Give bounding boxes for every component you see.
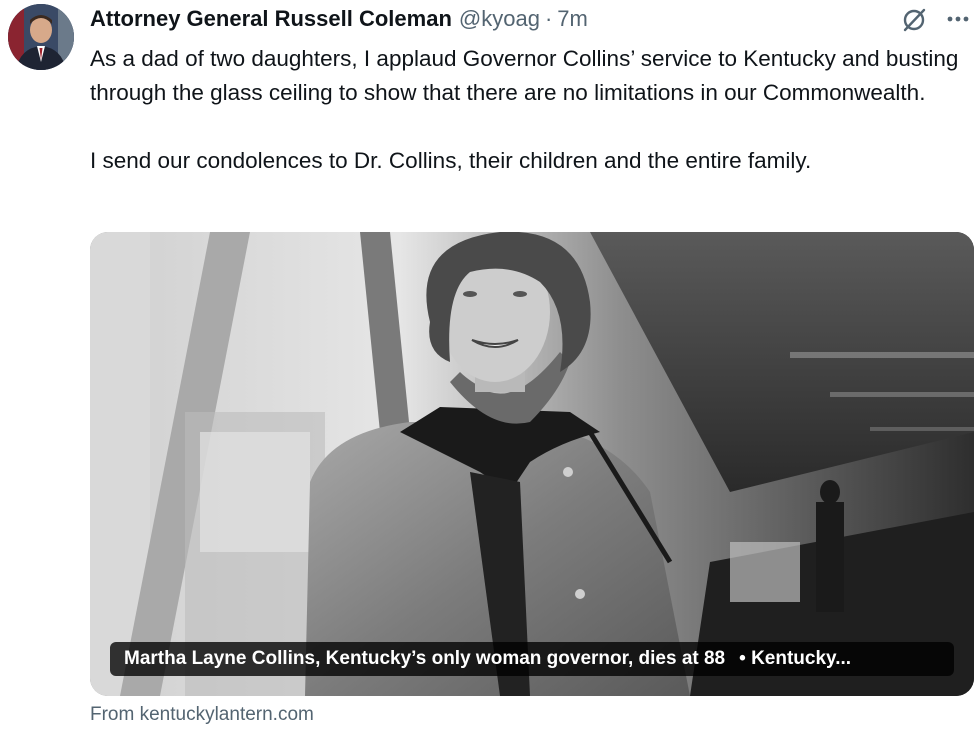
separator-dot: · (544, 6, 553, 31)
card-title: Martha Layne Collins, Kentucky’s only wo… (124, 648, 726, 669)
card-caption: Martha Layne Collins, Kentucky’s only wo… (110, 642, 954, 676)
grok-icon[interactable] (900, 6, 928, 34)
card-source-link[interactable]: From kentuckylantern.com (90, 704, 314, 726)
tweet-paragraph-1: As a dad of two daughters, I applaud Gov… (90, 46, 959, 105)
tweet-paragraph-2: I send our condolences to Dr. Collins, t… (90, 148, 812, 173)
author-name[interactable]: Attorney General Russell Coleman (90, 6, 452, 32)
avatar[interactable] (8, 4, 74, 70)
tweet-text: As a dad of two daughters, I applaud Gov… (90, 42, 970, 178)
avatar-photo (8, 4, 74, 70)
author-handle[interactable]: @kyoag (459, 6, 540, 32)
timestamp[interactable]: 7m (557, 6, 588, 32)
link-card[interactable]: Martha Layne Collins, Kentucky’s only wo… (90, 232, 974, 696)
more-icon[interactable] (942, 4, 974, 32)
card-site-label: • Kentucky... (739, 648, 852, 669)
tweet-header: Attorney General Russell Coleman @kyoag … (90, 6, 588, 36)
article-photo (90, 232, 974, 696)
